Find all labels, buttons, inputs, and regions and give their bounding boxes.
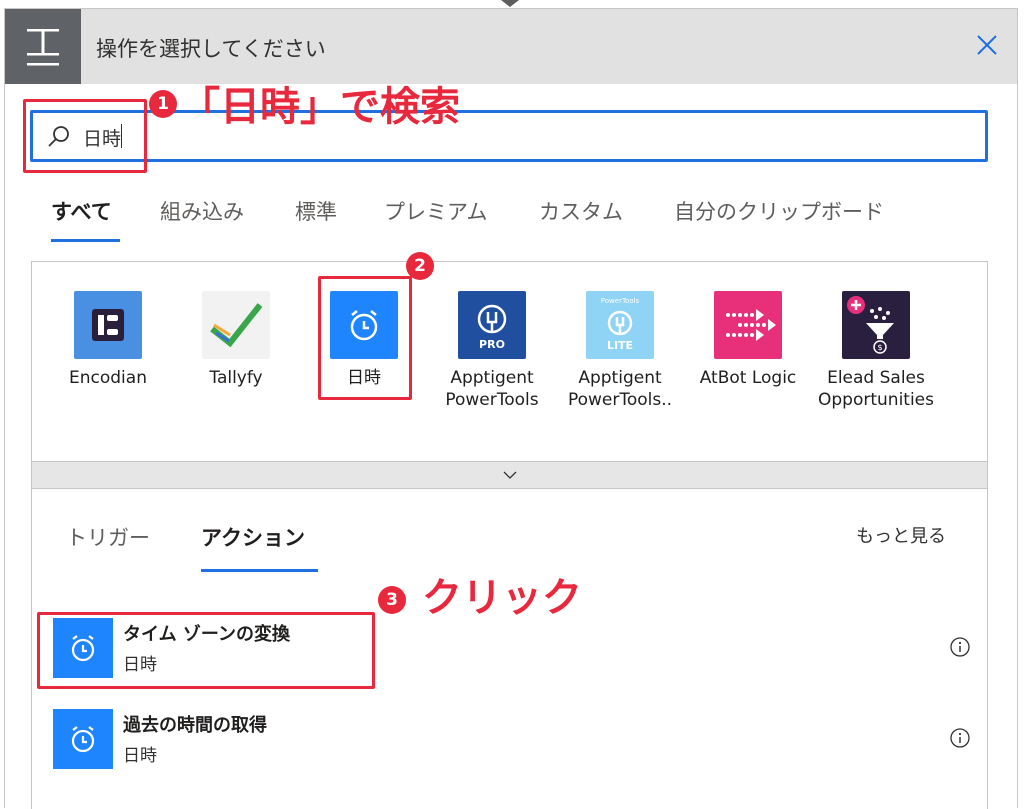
connector-label: Elead Sales Opportunities	[818, 368, 934, 410]
sub-tab-underline	[201, 569, 318, 572]
tab-actions[interactable]: アクション	[201, 522, 305, 552]
connector-apptigent-lite[interactable]: PowerTools LITE Apptigent PowerTools..	[555, 291, 685, 411]
encodian-icon	[74, 291, 142, 359]
annotation-box-search	[23, 99, 147, 173]
info-icon[interactable]	[949, 727, 971, 749]
action-title: 過去の時間の取得	[123, 715, 267, 736]
expand-connectors-button[interactable]	[31, 461, 988, 489]
connector-encodian[interactable]: Encodian	[43, 291, 173, 389]
action-get-past-time[interactable]: 過去の時間の取得 日時	[51, 707, 971, 771]
annotation-badge-1: 1	[149, 90, 177, 118]
tab-builtin[interactable]: 組み込み	[160, 196, 244, 226]
connector-atbot-logic[interactable]: AtBot Logic	[683, 291, 813, 389]
header-icon-box	[5, 9, 81, 84]
annotation-text-3: クリック	[422, 575, 582, 621]
annotation-box-connector	[318, 276, 412, 400]
annotation-badge-3: 3	[378, 586, 406, 614]
page-title: 操作を選択してください	[96, 37, 326, 61]
connector-label: Apptigent PowerTools	[445, 368, 539, 410]
tab-my-clipboard[interactable]: 自分のクリップボード	[674, 196, 884, 226]
tab-triggers[interactable]: トリガー	[66, 522, 150, 552]
chevron-down-icon	[503, 471, 516, 479]
operation-icon	[27, 29, 59, 66]
annotation-box-action	[37, 612, 375, 689]
powertools-label: PowerTools	[600, 297, 640, 305]
connector-apptigent-pro[interactable]: PRO Apptigent PowerTools	[427, 291, 557, 411]
svg-text:$: $	[877, 343, 882, 352]
connector-elead-sales[interactable]: $ Elead Sales Opportunities	[811, 291, 941, 411]
tallyfy-icon	[202, 291, 270, 359]
tab-all[interactable]: すべて	[51, 196, 112, 226]
pro-badge: PRO	[479, 338, 505, 351]
search-input[interactable]	[30, 110, 988, 162]
wrench-icon: PowerTools LITE	[586, 291, 654, 359]
connector-caret-icon	[501, 0, 519, 7]
annotation-badge-2: 2	[406, 252, 434, 280]
lite-badge: LITE	[606, 339, 634, 352]
connector-label: Tallyfy	[209, 368, 263, 388]
info-icon[interactable]	[949, 636, 971, 658]
connector-label: Apptigent PowerTools..	[567, 368, 673, 410]
tab-premium[interactable]: プレミアム	[384, 196, 488, 226]
connector-label: AtBot Logic	[699, 368, 797, 388]
wrench-icon: PRO	[458, 291, 526, 359]
tab-underline	[51, 239, 120, 242]
connector-label: Encodian	[69, 368, 147, 388]
close-icon	[977, 35, 997, 55]
connector-tallyfy[interactable]: Tallyfy	[171, 291, 301, 389]
atbot-icon	[714, 291, 782, 359]
see-more-link[interactable]: もっと見る	[856, 522, 946, 548]
annotation-text-1: 「日時」で検索	[180, 84, 460, 130]
tab-custom[interactable]: カスタム	[539, 196, 623, 226]
action-subtitle: 日時	[123, 746, 157, 766]
close-button[interactable]	[970, 28, 1004, 62]
funnel-icon: $	[842, 291, 910, 359]
tab-standard[interactable]: 標準	[295, 196, 337, 226]
alarm-clock-icon	[53, 709, 113, 769]
